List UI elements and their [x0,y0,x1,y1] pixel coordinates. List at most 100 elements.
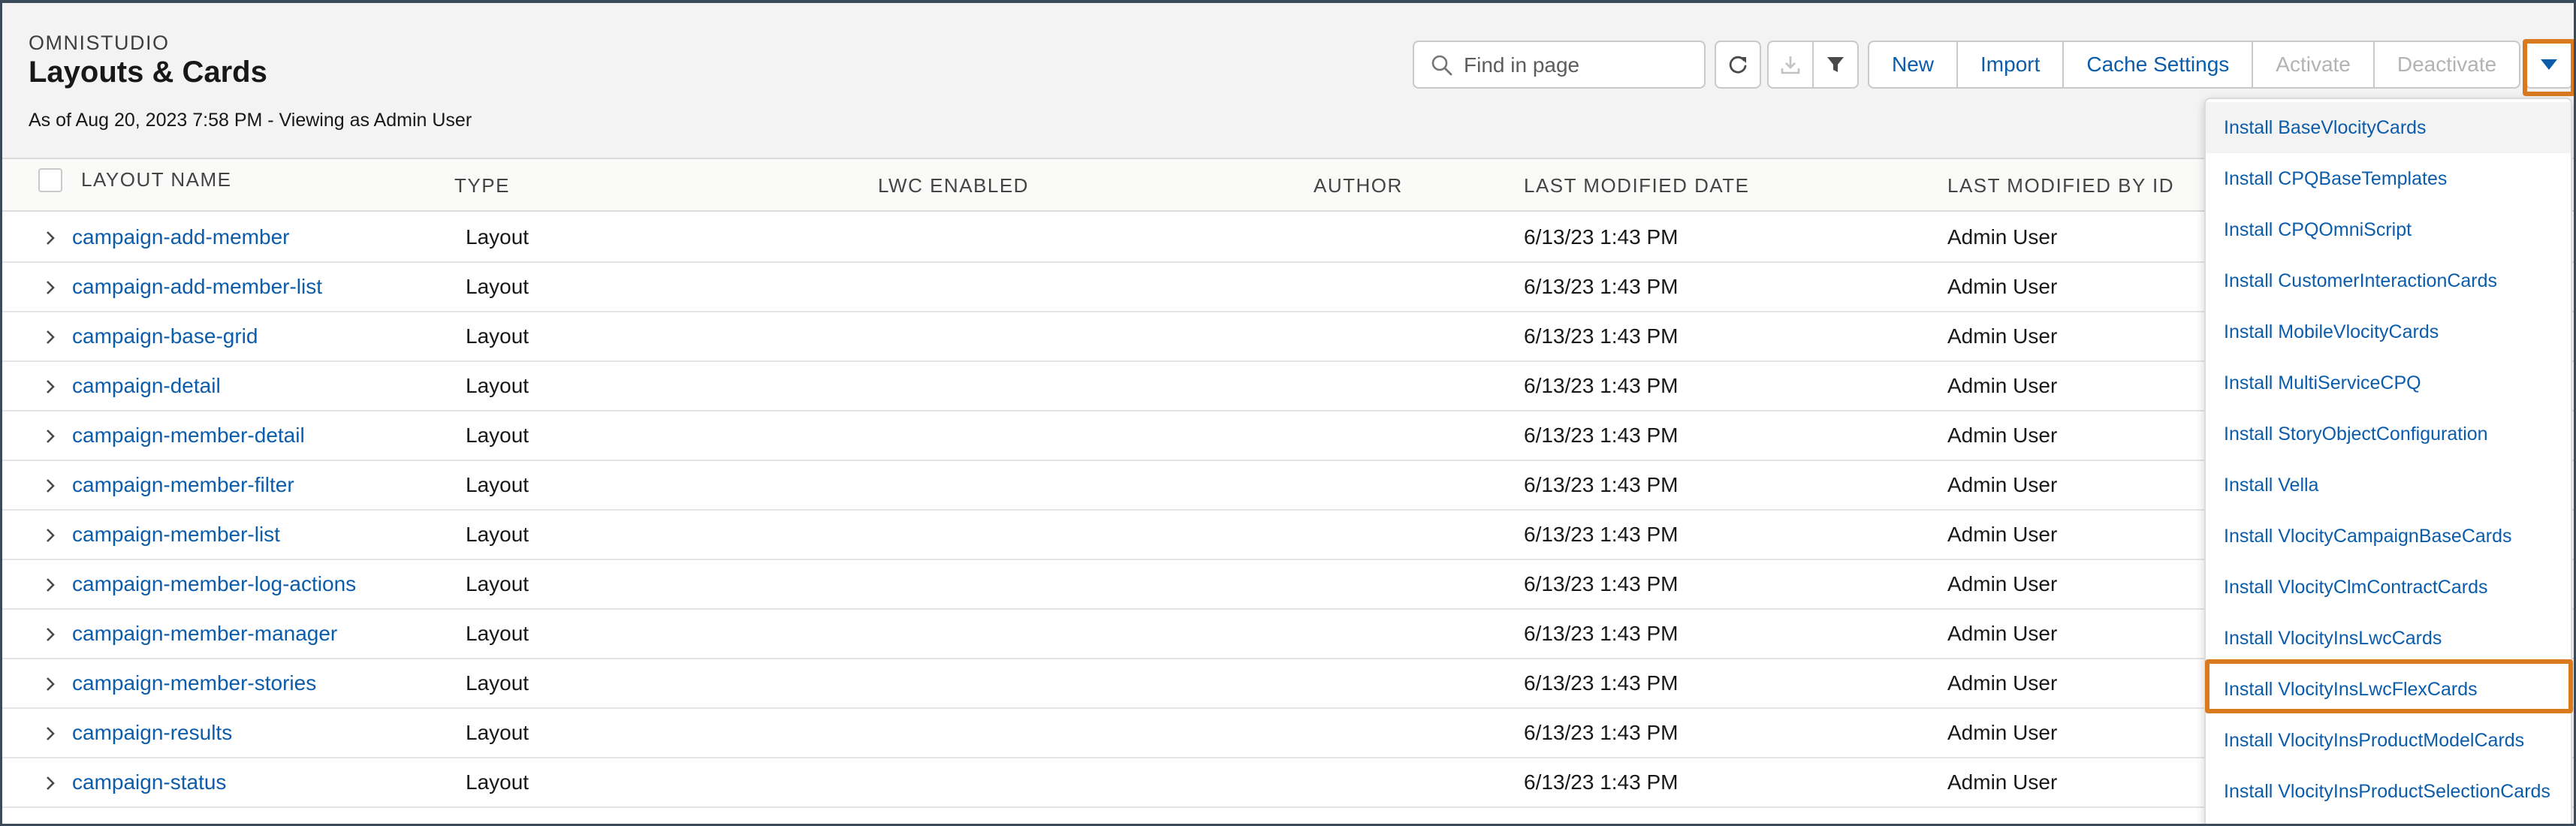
find-in-page-search[interactable] [1413,41,1706,89]
last-modified-date-cell: 6/13/23 1:43 PM [1524,572,1679,595]
menu-item[interactable]: Install CPQOmniScript [2206,204,2571,255]
last-modified-date-cell: 6/13/23 1:43 PM [1524,324,1679,348]
refresh-icon [1729,56,1747,74]
activate-button[interactable]: Activate [2253,42,2375,87]
menu-item[interactable]: Install VlocityInsProductSelectionCards [2206,766,2571,817]
layout-name-link[interactable]: campaign-member-detail [72,411,305,461]
import-button[interactable]: Import [1958,42,2065,87]
column-header-last-modified-by[interactable]: LAST MODIFIED BY ID [1947,159,2174,212]
page-header: OMNISTUDIO Layouts & Cards As of Aug 20,… [2,3,2574,159]
layout-name-link[interactable]: campaign-member-stories [72,659,316,709]
last-modified-by-cell: Admin User [1947,473,2058,496]
table-row: campaign-member-filter Layout 6/13/23 1:43… [2,461,2574,511]
menu-item[interactable]: Install VlocityInsLwcCards [2206,613,2571,664]
chevron-right-icon[interactable] [41,773,59,793]
table-row: campaign-member-detail Layout 6/13/23 1:43… [2,411,2574,461]
search-input[interactable] [1464,50,1697,81]
table-row: campaign-member-list Layout 6/13/23 1:43 P… [2,511,2574,560]
layout-name-link[interactable]: campaign-add-member [72,213,289,263]
layout-name-link[interactable]: campaign-member-list [72,511,280,560]
table-row: campaign-member-stories Layout 6/13/23 1:4… [2,659,2574,709]
chevron-right-icon[interactable] [41,427,59,446]
last-modified-by-cell: Admin User [1947,225,2058,249]
chevron-right-icon[interactable] [41,278,59,297]
cache-settings-button[interactable]: Cache Settings [2064,42,2254,87]
type-cell: Layout [466,374,529,397]
type-cell: Layout [466,721,529,744]
type-cell: Layout [466,770,529,794]
layout-name-link[interactable]: campaign-detail [72,362,221,411]
chevron-right-icon[interactable] [41,327,59,347]
chevron-right-icon[interactable] [41,575,59,595]
refresh-button[interactable] [1715,41,1761,89]
last-modified-by-cell: Admin User [1947,572,2058,595]
chevron-right-icon[interactable] [41,377,59,396]
type-cell: Layout [466,324,529,348]
list-view-meta: As of Aug 20, 2023 7:58 PM - Viewing as … [29,110,472,131]
table-header: LAYOUT NAME TYPE LWC ENABLED AUTHOR LAST… [2,159,2574,212]
chevron-right-icon[interactable] [41,476,59,496]
menu-item[interactable]: Install VlocityInsProductModelCards [2206,715,2571,766]
type-cell: Layout [466,473,529,496]
layout-name-link[interactable]: campaign-member-filter [72,461,294,511]
menu-item[interactable]: Install VlocityClmContractCards [2206,562,2571,613]
chevron-right-icon[interactable] [41,228,59,248]
more-actions-menu-button[interactable] [2526,41,2572,89]
table-row: campaign-add-member Layout 6/13/23 1:43 PM… [2,213,2574,263]
type-cell: Layout [466,572,529,595]
last-modified-by-cell: Admin User [1947,324,2058,348]
chevron-right-icon[interactable] [41,674,59,694]
last-modified-by-cell: Admin User [1947,770,2058,794]
last-modified-by-cell: Admin User [1947,275,2058,298]
last-modified-by-cell: Admin User [1947,671,2058,695]
column-header-type[interactable]: TYPE [454,159,510,212]
last-modified-date-cell: 6/13/23 1:43 PM [1524,424,1679,447]
menu-item[interactable]: Install Vella [2206,460,2571,511]
column-header-last-modified-date[interactable]: LAST MODIFIED DATE [1524,159,1750,212]
column-header-layout-name[interactable]: LAYOUT NAME [81,153,231,206]
layout-name-link[interactable]: campaign-member-log-actions [72,560,356,610]
layout-name-link[interactable]: campaign-base-grid [72,312,258,362]
type-cell: Layout [466,275,529,298]
select-all-checkbox[interactable] [38,168,62,192]
last-modified-date-cell: 6/13/23 1:43 PM [1524,671,1679,695]
filter-icon [1827,57,1844,72]
last-modified-date-cell: 6/13/23 1:43 PM [1524,225,1679,249]
last-modified-by-cell: Admin User [1947,424,2058,447]
menu-item[interactable]: Install CustomerInteractionCards [2206,255,2571,306]
layout-name-link[interactable]: campaign-member-manager [72,610,337,659]
type-cell: Layout [466,424,529,447]
menu-item[interactable]: Install MobileVlocityCards [2206,306,2571,357]
layout-name-link[interactable]: campaign-results [72,709,232,758]
menu-item[interactable]: Install VlocityCampaignBaseCards [2206,511,2571,562]
more-actions-dropdown: Install BaseVlocityCards Install CPQBaseT… [2204,98,2572,824]
menu-item[interactable]: Install BaseVlocityCards [2206,102,2571,153]
layout-name-link[interactable]: campaign-add-member-list [72,263,322,312]
menu-item[interactable]: Install VlocityInsLwcFlexCards [2206,664,2571,715]
last-modified-date-cell: 6/13/23 1:43 PM [1524,473,1679,496]
chevron-right-icon[interactable] [41,724,59,743]
chevron-right-icon[interactable] [41,526,59,545]
column-header-author[interactable]: AUTHOR [1314,159,1403,212]
last-modified-by-cell: Admin User [1947,523,2058,546]
filter-button[interactable] [1812,41,1859,89]
new-button[interactable]: New [1869,42,1959,87]
download-button[interactable] [1767,41,1814,89]
last-modified-date-cell: 6/13/23 1:43 PM [1524,770,1679,794]
deactivate-button[interactable]: Deactivate [2375,42,2519,87]
column-header-lwc-enabled[interactable]: LWC ENABLED [878,159,1029,212]
chevron-right-icon[interactable] [41,625,59,644]
download-icon [1781,56,1800,74]
table-row: campaign-add-member-list Layout 6/13/23 1:… [2,263,2574,312]
table-row: campaign-member-log-actions Layout 6/13/23… [2,560,2574,610]
layout-name-link[interactable]: campaign-status [72,758,226,808]
menu-item[interactable]: Install MultiServiceCPQ [2206,357,2571,408]
chevron-down-icon [2541,59,2557,70]
last-modified-by-cell: Admin User [1947,721,2058,744]
app-frame: OMNISTUDIO Layouts & Cards As of Aug 20,… [0,0,2576,826]
type-cell: Layout [466,671,529,695]
menu-item[interactable]: Install StoryObjectConfiguration [2206,408,2571,460]
last-modified-date-cell: 6/13/23 1:43 PM [1524,275,1679,298]
menu-item[interactable]: Install CPQBaseTemplates [2206,153,2571,204]
last-modified-date-cell: 6/13/23 1:43 PM [1524,721,1679,744]
